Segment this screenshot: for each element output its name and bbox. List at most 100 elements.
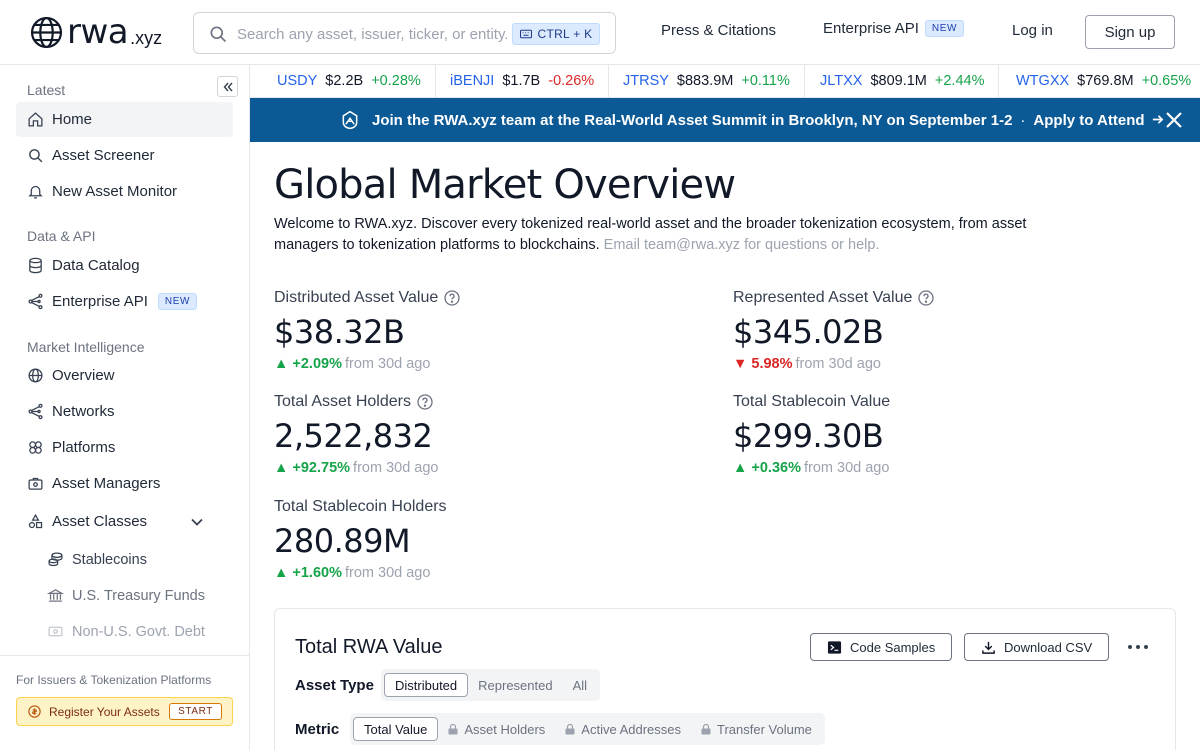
sidebar-item-label: Data Catalog <box>52 257 140 274</box>
stat-change: ▲ +92.75% from 30d ago <box>274 460 439 480</box>
section-latest: Latest <box>27 82 66 98</box>
stat-value: $299.30B <box>733 417 884 455</box>
asset-type-all[interactable]: All <box>563 673 597 697</box>
sidebar-item-label: U.S. Treasury Funds <box>72 587 205 604</box>
asset-type-distributed[interactable]: Distributed <box>384 673 469 697</box>
help-circle-icon[interactable] <box>444 290 460 306</box>
sidebar-item-label: Asset Managers <box>52 475 161 492</box>
metric-transfer-volume[interactable]: Transfer Volume <box>691 717 822 741</box>
download-csv-button[interactable]: Download CSV <box>964 633 1110 661</box>
stat-label-text: Distributed Asset Value <box>274 289 439 306</box>
nav-enterprise-api[interactable]: Enterprise API NEW <box>823 20 965 37</box>
sidebar-item-new-asset-monitor[interactable]: New Asset Monitor <box>16 174 233 209</box>
code-samples-label: Code Samples <box>850 639 936 655</box>
stat-label-text: Total Stablecoin Holders <box>274 498 447 515</box>
sidebar-item-stablecoins[interactable]: Stablecoins <box>36 542 233 577</box>
asset-type-toggle: Distributed Represented All <box>381 669 601 701</box>
logo-tld: .xyz <box>130 27 163 48</box>
stat-label: Total Stablecoin Holders <box>274 497 447 517</box>
ticker-change: +0.28% <box>371 73 421 89</box>
sidebar-item-asset-managers[interactable]: Asset Managers <box>16 466 233 501</box>
intro-contact[interactable]: Email team@rwa.xyz for questions or help… <box>604 237 880 253</box>
section-market-intelligence: Market Intelligence <box>27 339 145 355</box>
ticker-item[interactable]: JLTXX $809.1M +2.44% <box>804 65 1000 97</box>
stat-change-pct: +1.60% <box>292 565 342 581</box>
coin-icon <box>28 705 41 718</box>
ticker-symbol: WTGXX <box>1016 73 1070 89</box>
ticker-item[interactable]: WTGXX $769.8M +0.65% <box>1000 65 1200 97</box>
shapes-icon <box>28 513 43 529</box>
bank-icon <box>47 589 64 602</box>
stat-total-asset-holders: Total Asset Holders 2,522,832 ▲ +92.75% f… <box>274 392 439 480</box>
download-icon <box>982 641 995 654</box>
ticker-value: $883.9M <box>676 73 734 89</box>
summit-icon <box>342 110 358 130</box>
sidebar-item-networks[interactable]: Networks <box>16 394 233 429</box>
metric-total-value[interactable]: Total Value <box>353 717 439 741</box>
ticker-value: $809.1M <box>870 73 927 89</box>
ticker-item[interactable]: iBENJI $1.7B -0.26% <box>435 65 610 97</box>
sidebar-collapse-button[interactable] <box>217 76 238 97</box>
lock-icon <box>448 723 458 734</box>
help-circle-icon[interactable] <box>918 290 935 306</box>
ticker-value: $1.7B <box>502 73 541 89</box>
banner-text: Join the RWA.xyz team at the Real-World … <box>372 111 1013 129</box>
sidebar-item-overview[interactable]: Overview <box>16 358 233 393</box>
nav-press-citations[interactable]: Press & Citations <box>661 22 776 39</box>
page-title: Global Market Overview <box>274 162 736 208</box>
logo[interactable]: rwa .xyz <box>30 14 162 50</box>
intro-text: Welcome to RWA.xyz. Discover every token… <box>274 214 1074 256</box>
metric-option-label: Asset Holders <box>464 721 546 737</box>
sidebar-item-non-us-govt-debt[interactable]: Non-U.S. Govt. Debt <box>36 614 233 649</box>
login-link[interactable]: Log in <box>1012 22 1053 39</box>
asset-type-represented[interactable]: Represented <box>468 673 562 697</box>
sidebar-item-asset-classes[interactable]: Asset Classes <box>16 504 233 539</box>
ticker-bar: USDY $2.2B +0.28% iBENJI $1.7B -0.26% JT… <box>250 65 1200 98</box>
stat-label-text: Total Asset Holders <box>274 393 411 410</box>
stat-change-pct: 5.98% <box>751 356 793 372</box>
lock-icon <box>701 723 711 734</box>
register-assets-button[interactable]: Register Your Assets START <box>16 697 233 726</box>
stat-value: 280.89M <box>274 522 411 560</box>
sidebar-item-platforms[interactable]: Platforms <box>16 430 233 465</box>
search-input[interactable] <box>237 23 507 45</box>
code-samples-button[interactable]: Code Samples <box>810 633 953 661</box>
top-header: rwa .xyz CTRL + K Press & Citations Ente… <box>0 0 1200 65</box>
nav-enterprise-label: Enterprise API <box>823 20 919 37</box>
stat-change-from: from 30d ago <box>795 356 881 372</box>
stat-label: Total Asset Holders <box>274 392 439 412</box>
metric-active-addresses[interactable]: Active Addresses <box>555 717 691 741</box>
metric-label: Metric <box>295 721 340 738</box>
ticker-symbol: JLTXX <box>820 73 863 89</box>
stat-distributed-asset-value: Distributed Asset Value $38.32B ▲ +2.09%… <box>274 288 460 376</box>
sidebar-item-asset-screener[interactable]: Asset Screener <box>16 138 233 173</box>
help-circle-icon[interactable] <box>417 394 433 410</box>
sidebar-item-us-treasury-funds[interactable]: U.S. Treasury Funds <box>36 578 233 613</box>
sidebar-item-data-catalog[interactable]: Data Catalog <box>16 248 233 283</box>
close-icon[interactable] <box>1163 109 1185 131</box>
stat-change-from: from 30d ago <box>353 460 439 476</box>
search-box[interactable]: CTRL + K <box>193 12 616 54</box>
ticker-item[interactable]: JTRSY $883.9M +0.11% <box>607 65 805 97</box>
banner-content[interactable]: Join the RWA.xyz team at the Real-World … <box>340 98 1164 142</box>
metric-toggle: Total Value Asset Holders Active Address… <box>350 713 825 745</box>
sidebar-item-label: Home <box>52 111 93 128</box>
apply-to-attend-link[interactable]: Apply to Attend <box>1033 112 1163 129</box>
sidebar-item-home[interactable]: Home <box>16 102 233 137</box>
more-horizontal-icon[interactable] <box>1127 639 1149 655</box>
signup-button[interactable]: Sign up <box>1085 15 1175 49</box>
ticker-change: +0.11% <box>741 73 790 89</box>
sidebar-item-enterprise-api[interactable]: Enterprise API NEW <box>16 284 233 319</box>
stat-change-from: from 30d ago <box>344 356 431 372</box>
up-arrow-icon: ▲ <box>274 356 293 372</box>
ticker-item[interactable]: USDY $2.2B +0.28% <box>250 65 436 97</box>
terminal-icon <box>827 640 842 654</box>
search-shortcut-badge: CTRL + K <box>512 23 600 45</box>
chevron-down-icon[interactable] <box>189 514 205 530</box>
network-icon <box>28 403 43 420</box>
logo-text: rwa <box>67 12 129 52</box>
globe-icon <box>30 16 63 48</box>
announcement-banner: Join the RWA.xyz team at the Real-World … <box>250 98 1200 142</box>
metric-asset-holders[interactable]: Asset Holders <box>438 717 555 741</box>
network-icon <box>28 293 43 310</box>
